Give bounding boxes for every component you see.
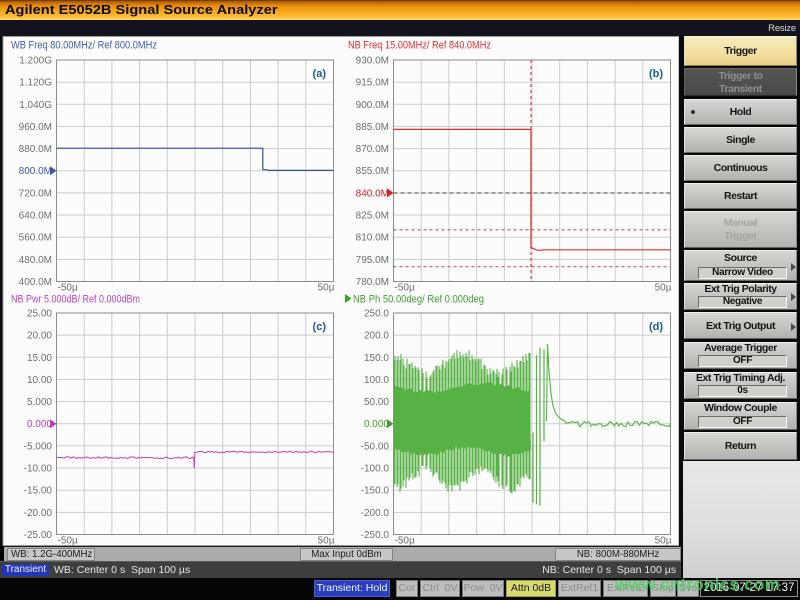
svg-text:-50µ: -50µ (58, 536, 78, 547)
svg-text:640.0M: 640.0M (19, 211, 52, 222)
svg-text:NB Pwr 5.000dB/ Ref 0.000dBm: NB Pwr 5.000dB/ Ref 0.000dBm (11, 294, 140, 306)
svg-text:1.120G: 1.120G (19, 78, 52, 89)
svg-text:-100.0: -100.0 (361, 464, 390, 475)
svg-text:(c): (c) (313, 321, 327, 333)
svg-text:100.0: 100.0 (364, 375, 389, 386)
svg-text:5.000: 5.000 (27, 397, 52, 408)
svg-text:870.0M: 870.0M (356, 144, 389, 155)
svg-text:50µ: 50µ (655, 283, 672, 294)
svg-text:-250.0: -250.0 (361, 530, 390, 541)
svg-text:50µ: 50µ (655, 536, 672, 547)
svg-text:-50.00: -50.00 (361, 441, 390, 452)
svg-text:-5.000: -5.000 (24, 441, 53, 452)
svg-text:900.0M: 900.0M (356, 100, 389, 111)
svg-text:-10.00: -10.00 (24, 464, 53, 475)
svg-text:-25.00: -25.00 (24, 530, 53, 541)
svg-text:200.0: 200.0 (364, 331, 389, 342)
svg-text:25.00: 25.00 (27, 309, 52, 320)
svg-text:810.0M: 810.0M (356, 233, 389, 244)
svg-text:400.0M: 400.0M (19, 277, 52, 288)
svg-text:855.0M: 855.0M (356, 166, 389, 177)
svg-text:-200.0: -200.0 (361, 508, 390, 519)
svg-text:10.00: 10.00 (27, 375, 52, 386)
svg-text:-15.00: -15.00 (24, 486, 53, 497)
svg-text:-50µ: -50µ (58, 283, 78, 294)
svg-text:(b): (b) (649, 68, 663, 80)
svg-text:0.000: 0.000 (27, 419, 52, 430)
svg-text:50.00: 50.00 (364, 397, 389, 408)
svg-text:WB Freq 80.00MHz/ Ref 800.0MHz: WB Freq 80.00MHz/ Ref 800.0MHz (11, 40, 157, 52)
svg-text:NB Ph 50.00deg/ Ref 0.000deg: NB Ph 50.00deg/ Ref 0.000deg (353, 294, 484, 306)
svg-text:0.000: 0.000 (364, 419, 389, 430)
svg-text:NB Freq 15.00MHz/ Ref 840.0MHz: NB Freq 15.00MHz/ Ref 840.0MHz (348, 40, 491, 52)
svg-text:1.040G: 1.040G (19, 100, 52, 111)
svg-text:-150.0: -150.0 (361, 486, 390, 497)
svg-text:840.0M: 840.0M (356, 188, 389, 199)
svg-text:50µ: 50µ (318, 283, 335, 294)
svg-text:720.0M: 720.0M (19, 188, 52, 199)
svg-text:50µ: 50µ (318, 536, 335, 547)
svg-text:825.0M: 825.0M (356, 211, 389, 222)
svg-text:885.0M: 885.0M (356, 122, 389, 133)
svg-text:780.0M: 780.0M (356, 277, 389, 288)
svg-text:560.0M: 560.0M (19, 233, 52, 244)
svg-text:250.0: 250.0 (364, 309, 389, 320)
svg-text:(d): (d) (649, 321, 663, 333)
svg-text:800.0M: 800.0M (19, 166, 52, 177)
svg-text:795.0M: 795.0M (356, 255, 389, 266)
svg-text:-50µ: -50µ (395, 283, 415, 294)
svg-text:(a): (a) (313, 68, 327, 80)
svg-text:15.00: 15.00 (27, 353, 52, 364)
svg-text:915.0M: 915.0M (356, 78, 389, 89)
svg-text:480.0M: 480.0M (19, 255, 52, 266)
svg-text:880.0M: 880.0M (19, 144, 52, 155)
svg-text:1.200G: 1.200G (19, 56, 52, 67)
svg-text:930.0M: 930.0M (356, 56, 389, 67)
svg-text:-20.00: -20.00 (24, 508, 53, 519)
svg-text:-50µ: -50µ (395, 536, 415, 547)
svg-text:150.0: 150.0 (364, 353, 389, 364)
svg-text:20.00: 20.00 (27, 331, 52, 342)
svg-text:960.0M: 960.0M (19, 122, 52, 133)
